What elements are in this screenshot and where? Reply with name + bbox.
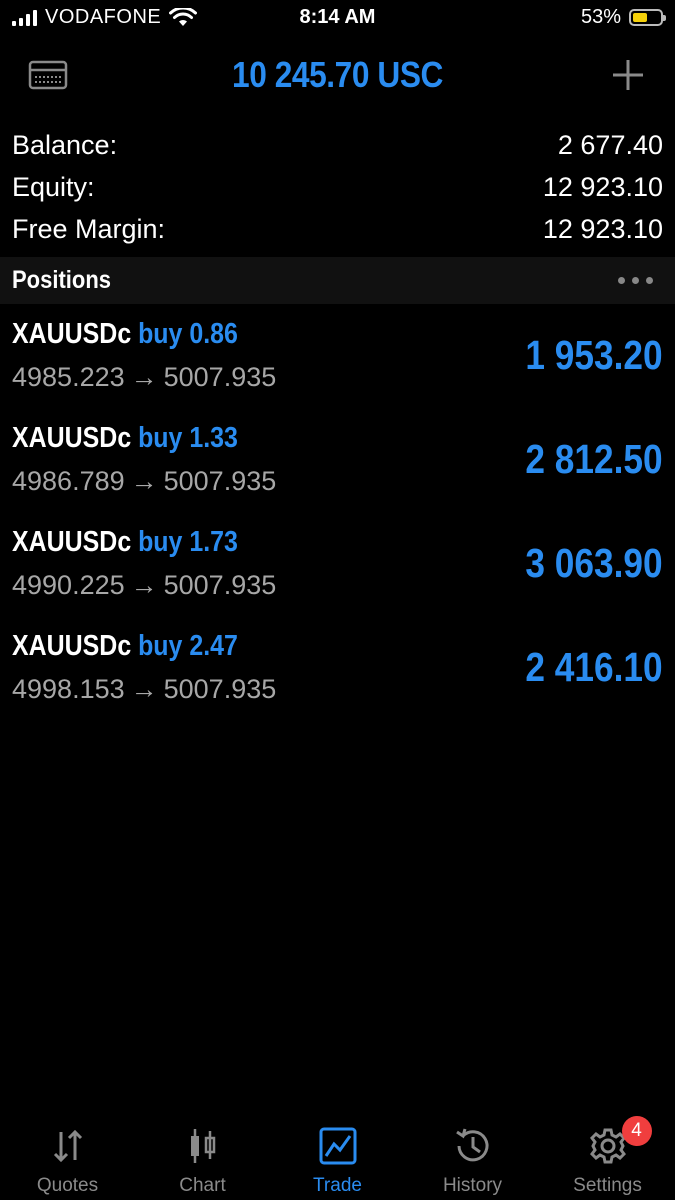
- more-dots-icon[interactable]: [618, 277, 653, 284]
- arrow-right-icon: →: [130, 674, 158, 704]
- position-prices: 4986.789 → 5007.935: [12, 466, 276, 497]
- summary-label: Equity:: [12, 171, 95, 202]
- tab-label: Trade: [313, 1175, 362, 1196]
- notification-badge: 4: [621, 1116, 652, 1146]
- tab-chart[interactable]: Chart: [135, 1116, 270, 1200]
- battery-level: [633, 13, 647, 22]
- tab-bar: Quotes Chart Trade History 4 Settings: [0, 1116, 675, 1200]
- status-right: 53%: [580, 6, 666, 29]
- position-side-volume: buy 1.73: [138, 526, 238, 558]
- arrow-right-icon: →: [130, 570, 158, 600]
- position-row[interactable]: XAUUSDc buy 0.86 4985.223 → 5007.935 1 953.…: [0, 306, 675, 410]
- tab-label: Settings: [573, 1175, 642, 1196]
- trade-line-chart-icon: [319, 1127, 356, 1165]
- position-profit: 2 812.50: [525, 436, 663, 482]
- position-row[interactable]: XAUUSDc buy 2.47 4998.153 → 5007.935 2 416.…: [0, 618, 675, 722]
- summary-row-balance: Balance: 2 677.40: [0, 124, 675, 166]
- current-price: 5007.935: [163, 674, 277, 704]
- account-summary: Balance: 2 677.40 Equity: 12 923.10 Free…: [0, 124, 675, 250]
- position-title: XAUUSDc buy 2.47: [12, 630, 238, 663]
- position-title: XAUUSDc buy 1.33: [12, 422, 238, 455]
- position-side-volume: buy 0.86: [138, 318, 238, 350]
- positions-list: XAUUSDc buy 0.86 4985.223 → 5007.935 1 953.…: [0, 306, 675, 722]
- current-price: 5007.935: [163, 466, 277, 496]
- plus-icon[interactable]: [611, 58, 645, 92]
- position-side-volume: buy 1.33: [138, 422, 238, 454]
- position-symbol: XAUUSDc: [12, 422, 132, 454]
- arrow-right-icon: →: [130, 466, 158, 496]
- positions-header: Positions: [0, 257, 675, 304]
- tab-settings[interactable]: 4 Settings: [540, 1116, 675, 1200]
- tab-history[interactable]: History: [405, 1116, 540, 1200]
- position-symbol: XAUUSDc: [12, 630, 132, 662]
- position-profit: 1 953.20: [525, 332, 663, 378]
- quotes-arrows-icon: [53, 1129, 82, 1163]
- position-title: XAUUSDc buy 0.86: [12, 318, 238, 351]
- tab-label: History: [442, 1175, 503, 1196]
- history-clock-icon: [455, 1128, 488, 1162]
- position-symbol: XAUUSDc: [12, 526, 132, 558]
- tab-label: Chart: [179, 1175, 226, 1196]
- summary-value: 2 677.40: [557, 129, 663, 160]
- status-time: 8:14 AM: [299, 6, 376, 28]
- position-profit: 2 416.10: [525, 644, 663, 690]
- account-balance-title[interactable]: 10 245.70 USC: [41, 54, 635, 96]
- summary-value: 12 923.10: [542, 213, 663, 244]
- open-price: 4998.153: [12, 674, 125, 704]
- position-row[interactable]: XAUUSDc buy 1.33 4986.789 → 5007.935 2 812.…: [0, 410, 675, 514]
- summary-row-equity: Equity: 12 923.10: [0, 166, 675, 208]
- nav-bar: 10 245.70 USC: [0, 40, 675, 110]
- position-profit: 3 063.90: [525, 540, 663, 586]
- position-side-volume: buy 2.47: [138, 630, 238, 662]
- battery-icon: [629, 9, 666, 26]
- summary-value: 12 923.10: [542, 171, 663, 202]
- battery-percent: 53%: [580, 6, 621, 28]
- current-price: 5007.935: [163, 570, 277, 600]
- open-price: 4985.223: [12, 362, 125, 392]
- status-bar: VODAFONE 8:14 AM 53%: [0, 0, 675, 38]
- arrow-right-icon: →: [130, 362, 158, 392]
- current-price: 5007.935: [163, 362, 277, 392]
- open-price: 4990.225: [12, 570, 125, 600]
- position-prices: 4985.223 → 5007.935: [12, 362, 276, 393]
- position-row[interactable]: XAUUSDc buy 1.73 4990.225 → 5007.935 3 063.…: [0, 514, 675, 618]
- tab-trade[interactable]: Trade: [270, 1116, 405, 1200]
- summary-label: Balance:: [12, 129, 118, 160]
- open-price: 4986.789: [12, 466, 125, 496]
- position-prices: 4998.153 → 5007.935: [12, 674, 276, 705]
- position-prices: 4990.225 → 5007.935: [12, 570, 276, 601]
- tab-label: Quotes: [36, 1175, 99, 1196]
- summary-label: Free Margin:: [12, 213, 166, 244]
- position-symbol: XAUUSDc: [12, 318, 132, 350]
- positions-title: Positions: [12, 266, 112, 294]
- summary-row-free-margin: Free Margin: 12 923.10: [0, 208, 675, 250]
- tab-quotes[interactable]: Quotes: [0, 1116, 135, 1200]
- candlestick-chart-icon: [190, 1129, 215, 1163]
- position-title: XAUUSDc buy 1.73: [12, 526, 238, 559]
